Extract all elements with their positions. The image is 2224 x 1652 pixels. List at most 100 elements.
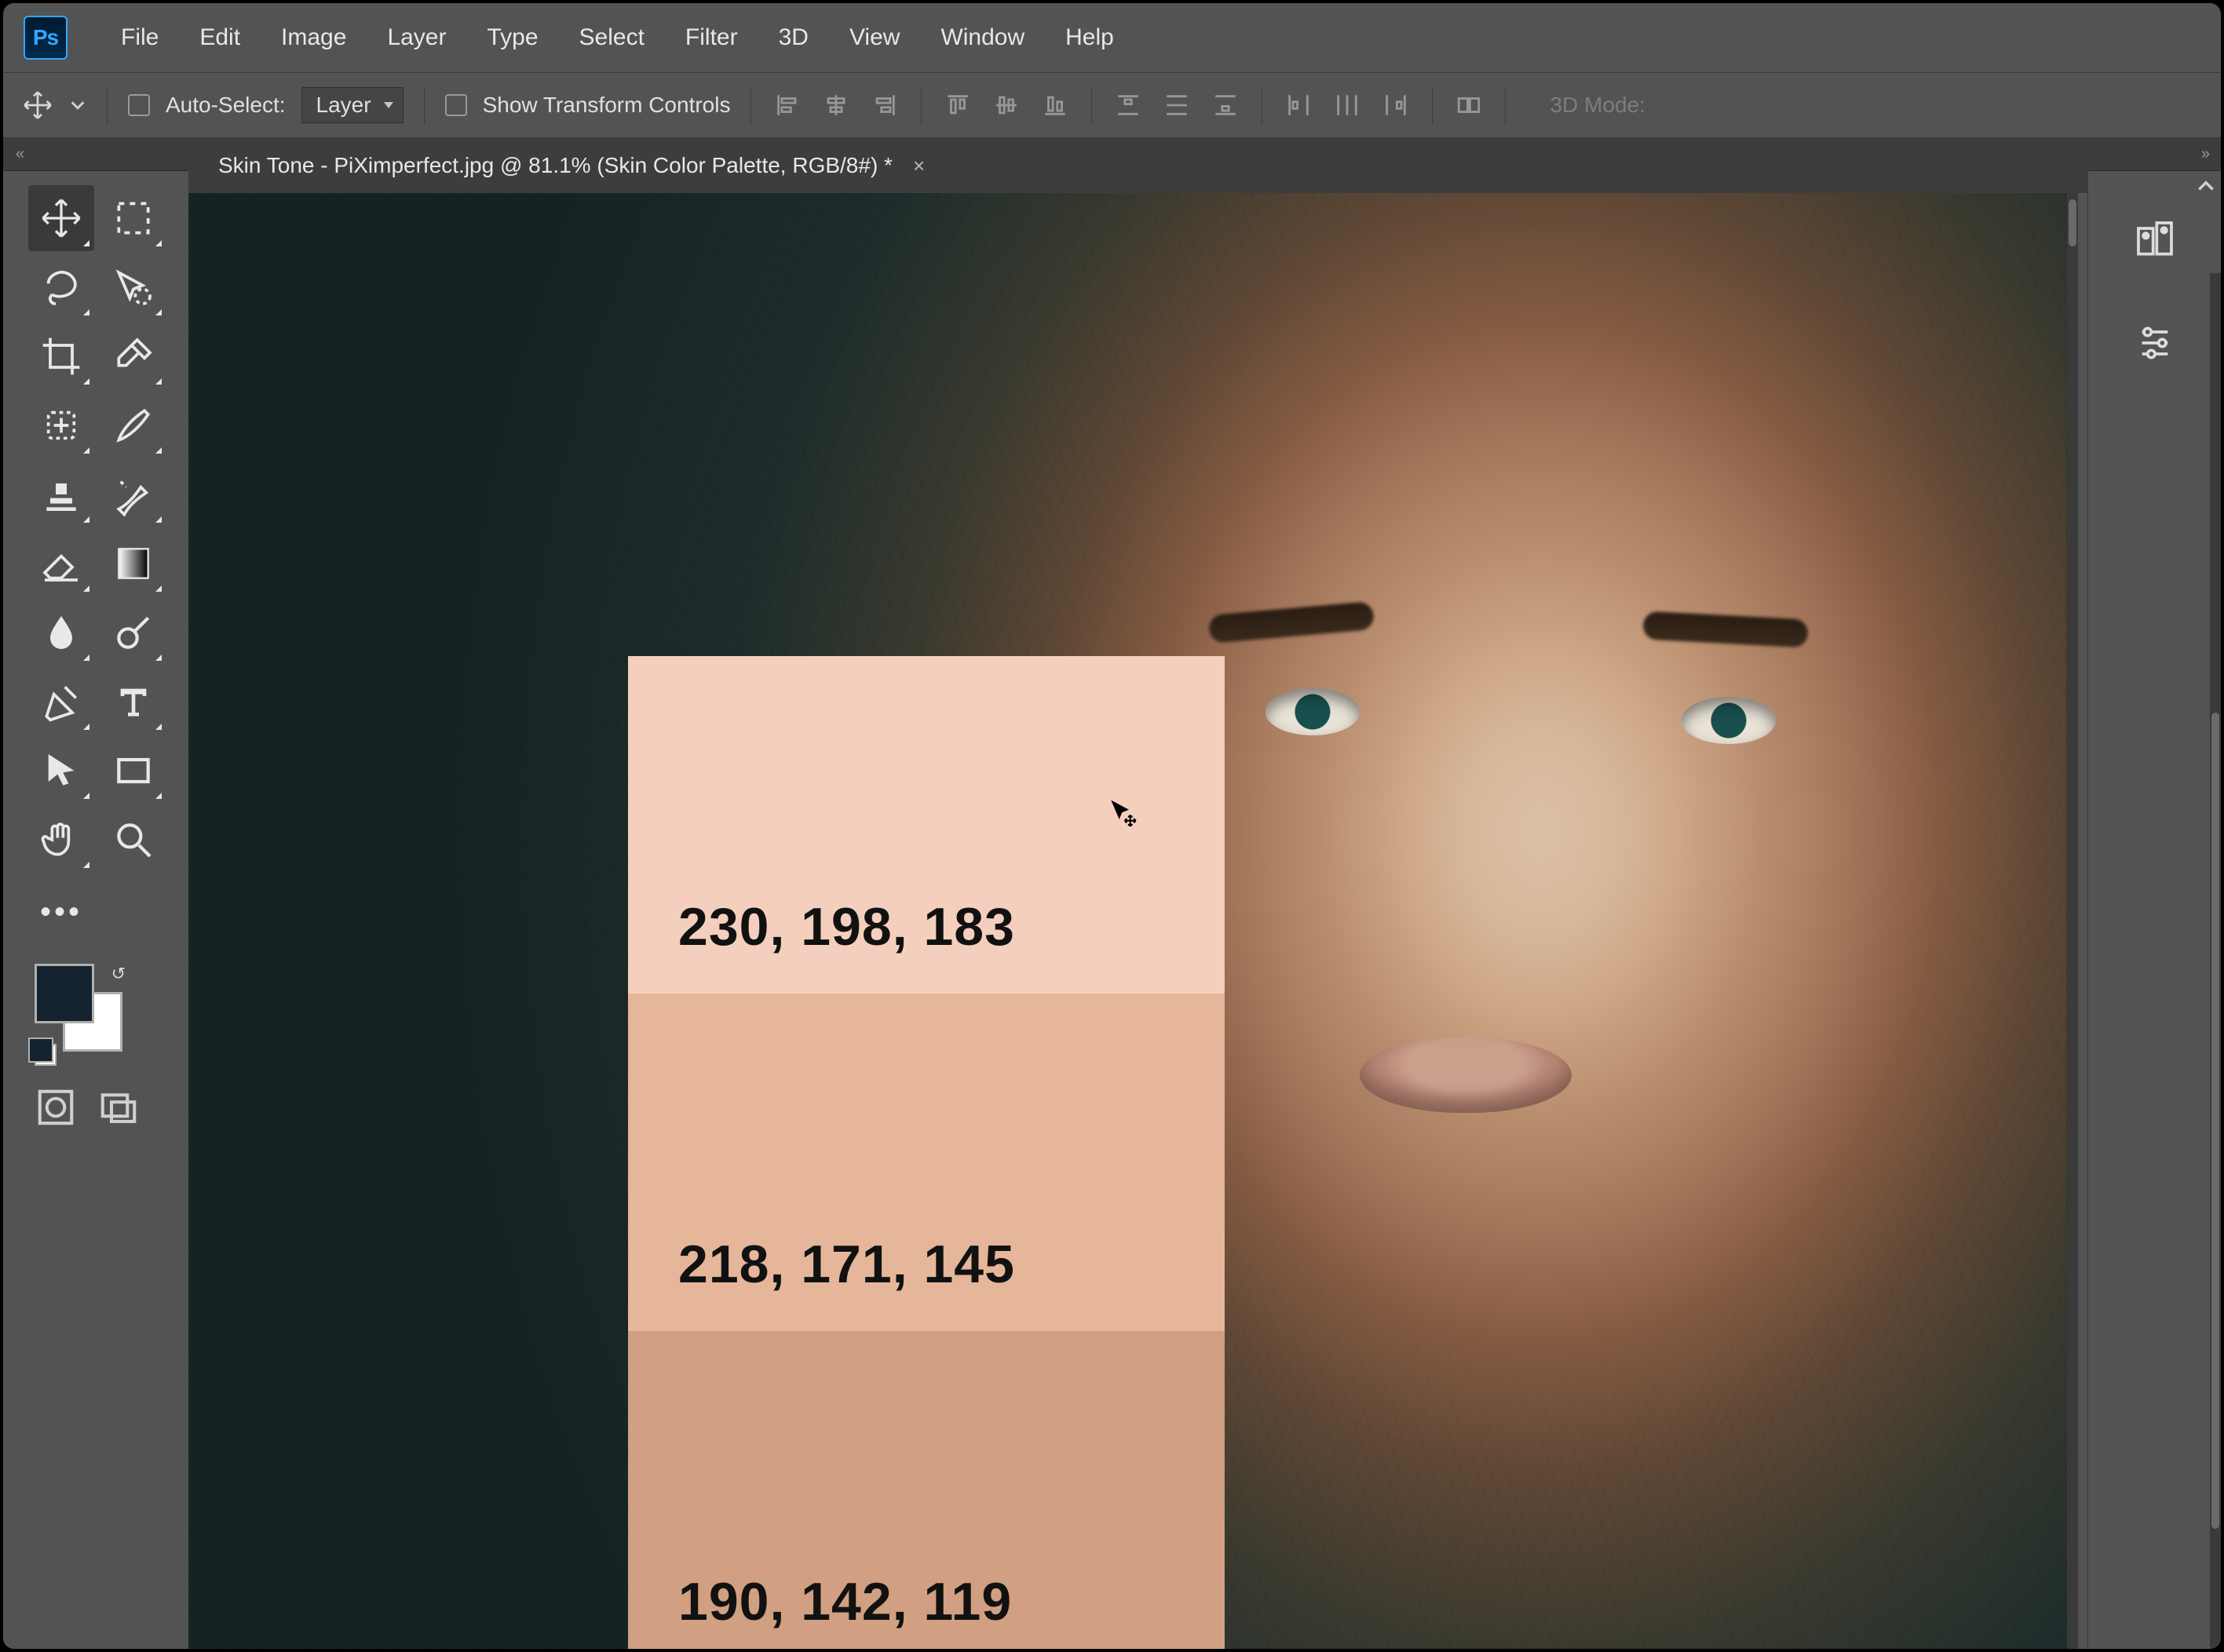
separator (424, 86, 425, 124)
auto-align-group (1453, 89, 1484, 121)
menu-window[interactable]: Window (920, 18, 1045, 57)
document-column: Skin Tone - PiXimperfect.jpg @ 81.1% (Sk… (188, 138, 2087, 1649)
app-logo-text: Ps (33, 25, 58, 50)
quick-mask-button[interactable] (35, 1086, 77, 1129)
photoshop-app: Ps File Edit Image Layer Type Select Fil… (0, 0, 2224, 1652)
hand-tool[interactable] (28, 807, 94, 873)
align-right-edges-button[interactable] (869, 89, 900, 121)
blur-tool[interactable] (28, 600, 94, 666)
move-tool[interactable] (28, 185, 94, 251)
right-panel-dock: » (2087, 138, 2221, 1649)
libraries-panel-icon[interactable] (2088, 196, 2221, 283)
quick-select-tool[interactable] (100, 254, 166, 320)
dist-bottom-button[interactable] (1210, 89, 1241, 121)
menu-layer[interactable]: Layer (367, 18, 466, 57)
separator (1505, 86, 1506, 124)
separator (107, 86, 108, 124)
ellipsis-icon: ••• (28, 888, 94, 935)
auto-select-checkbox[interactable] (128, 94, 150, 116)
pen-tool[interactable] (28, 669, 94, 735)
clone-stamp-tool[interactable] (28, 461, 94, 527)
auto-align-button[interactable] (1453, 89, 1484, 121)
edit-toolbar-button[interactable]: ••• (3, 887, 188, 950)
screen-mode-button[interactable] (97, 1086, 140, 1129)
document-tab-bar: Skin Tone - PiXimperfect.jpg @ 81.1% (Sk… (188, 138, 2087, 193)
type-tool[interactable] (100, 669, 166, 735)
color-swatches[interactable]: ↺ (35, 964, 160, 1066)
eyedropper-tool[interactable] (100, 323, 166, 389)
swap-colors-icon[interactable]: ↺ (111, 964, 126, 984)
tools-panel: « (3, 138, 188, 1649)
align-left-edges-button[interactable] (772, 89, 803, 121)
close-tab-icon[interactable]: × (913, 154, 925, 178)
dist-right-button[interactable] (1380, 89, 1411, 121)
dist-hcenter-button[interactable] (1331, 89, 1363, 121)
default-colors-icon[interactable] (35, 1044, 57, 1066)
document-tab[interactable]: Skin Tone - PiXimperfect.jpg @ 81.1% (Sk… (188, 138, 948, 193)
distribute-group-1 (1112, 89, 1241, 121)
options-bar: Auto-Select: Layer Show Transform Contro… (3, 72, 2221, 138)
history-brush-tool[interactable] (100, 461, 166, 527)
separator (921, 86, 922, 124)
brush-tool[interactable] (100, 392, 166, 458)
adjustments-panel-icon[interactable] (2088, 300, 2221, 386)
dist-vcenter-button[interactable] (1161, 89, 1192, 121)
menu-type[interactable]: Type (466, 18, 558, 57)
separator (1432, 86, 1433, 124)
menu-image[interactable]: Image (261, 18, 367, 57)
align-vert-center-button[interactable] (991, 89, 1022, 121)
menu-select[interactable]: Select (559, 18, 665, 57)
gradient-tool[interactable] (100, 531, 166, 596)
menu-3d[interactable]: 3D (758, 18, 829, 57)
right-scrollbar[interactable] (2210, 273, 2221, 1649)
show-transform-checkbox[interactable] (445, 94, 467, 116)
canvas[interactable]: 230, 198, 183 218, 171, 145 190, 142, 11… (188, 193, 2078, 1649)
tools-grid (3, 171, 188, 887)
menu-edit[interactable]: Edit (179, 18, 261, 57)
menu-help[interactable]: Help (1045, 18, 1134, 57)
marquee-tool[interactable] (100, 185, 166, 251)
menu-filter[interactable]: Filter (665, 18, 758, 57)
menu-bar: Ps File Edit Image Layer Type Select Fil… (3, 3, 2221, 72)
move-tool-icon[interactable] (22, 89, 53, 121)
app-logo[interactable]: Ps (24, 16, 68, 60)
align-bottom-edges-button[interactable] (1039, 89, 1071, 121)
main-area: « (3, 138, 2221, 1649)
lasso-tool[interactable] (28, 254, 94, 320)
palette-swatch-2[interactable]: 218, 171, 145 (628, 994, 1225, 1331)
palette-swatch-3-label: 190, 142, 119 (678, 1571, 1012, 1632)
rectangle-shape-tool[interactable] (100, 738, 166, 804)
palette-swatch-1-label: 230, 198, 183 (678, 896, 1015, 957)
crop-tool[interactable] (28, 323, 94, 389)
foreground-color-swatch[interactable] (35, 964, 94, 1023)
portrait-lips (1360, 1038, 1572, 1113)
view-mode-buttons (3, 1072, 188, 1129)
move-cursor-icon (1107, 797, 1140, 830)
spot-heal-tool[interactable] (28, 392, 94, 458)
dodge-tool[interactable] (100, 600, 166, 666)
path-select-tool[interactable] (28, 738, 94, 804)
mode-3d-label: 3D Mode: (1550, 93, 1645, 118)
separator (750, 86, 751, 124)
portrait-eye-right (1682, 697, 1776, 744)
dist-top-button[interactable] (1112, 89, 1144, 121)
auto-select-target-select[interactable]: Layer (301, 87, 404, 123)
palette-swatch-3[interactable]: 190, 142, 119 (628, 1331, 1225, 1649)
right-collapse-tab[interactable]: » (2088, 138, 2221, 171)
tools-collapse-tab[interactable]: « (3, 138, 188, 171)
canvas-scrollbar[interactable] (2067, 193, 2078, 1649)
align-horiz-center-button[interactable] (820, 89, 852, 121)
menu-view[interactable]: View (829, 18, 920, 57)
tool-preset-dropdown-icon[interactable] (69, 89, 86, 121)
dist-left-button[interactable] (1283, 89, 1314, 121)
separator (1091, 86, 1092, 124)
eraser-tool[interactable] (28, 531, 94, 596)
align-group-1 (772, 89, 900, 121)
menu-file[interactable]: File (100, 18, 179, 57)
panel-up-arrow-icon[interactable] (2196, 176, 2216, 196)
portrait-eye-left (1265, 688, 1360, 735)
align-top-edges-button[interactable] (942, 89, 973, 121)
zoom-tool[interactable] (100, 807, 166, 873)
show-transform-label: Show Transform Controls (483, 93, 731, 118)
align-group-2 (942, 89, 1071, 121)
